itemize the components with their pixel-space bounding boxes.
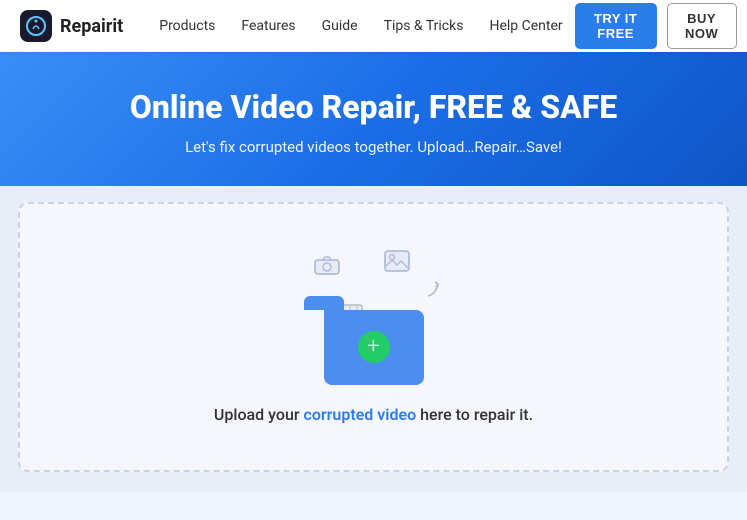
image-icon [384, 250, 410, 278]
upload-label-post: here to repair it. [416, 405, 533, 424]
nav-guide[interactable]: Guide [310, 12, 370, 40]
upload-card[interactable]: + Upload your corrupted video here to re… [18, 202, 729, 472]
logo-area[interactable]: Repairit [20, 10, 123, 42]
hero-title: Online Video Repair, FREE & SAFE [20, 88, 727, 126]
nav-tips[interactable]: Tips & Tricks [372, 12, 476, 40]
logo-text: Repairit [60, 16, 123, 37]
nav-links: Products Features Guide Tips & Tricks He… [147, 12, 574, 40]
hero-subtitle: Let's fix corrupted videos together. Upl… [20, 138, 727, 156]
folder-plus-icon: + [358, 331, 390, 363]
logo-icon [20, 10, 52, 42]
upload-label-highlight: corrupted video [303, 405, 416, 424]
arrow-icon [424, 280, 444, 305]
folder-illustration: + [294, 245, 454, 385]
nav-actions: TRY IT FREE BUY NOW [575, 3, 747, 49]
navbar: Repairit Products Features Guide Tips & … [0, 0, 747, 52]
camera-icon [314, 255, 340, 280]
upload-wrapper: + Upload your corrupted video here to re… [0, 186, 747, 492]
hero-section: Online Video Repair, FREE & SAFE Let's f… [0, 52, 747, 186]
buy-now-button[interactable]: BUY NOW [667, 3, 737, 49]
nav-features[interactable]: Features [229, 12, 307, 40]
nav-products[interactable]: Products [147, 12, 227, 40]
folder-body: + [324, 310, 424, 385]
upload-label: Upload your corrupted video here to repa… [214, 405, 533, 424]
folder-tab [304, 296, 344, 310]
nav-help[interactable]: Help Center [477, 12, 574, 40]
upload-label-pre: Upload your [214, 405, 304, 424]
try-free-button[interactable]: TRY IT FREE [575, 3, 657, 49]
